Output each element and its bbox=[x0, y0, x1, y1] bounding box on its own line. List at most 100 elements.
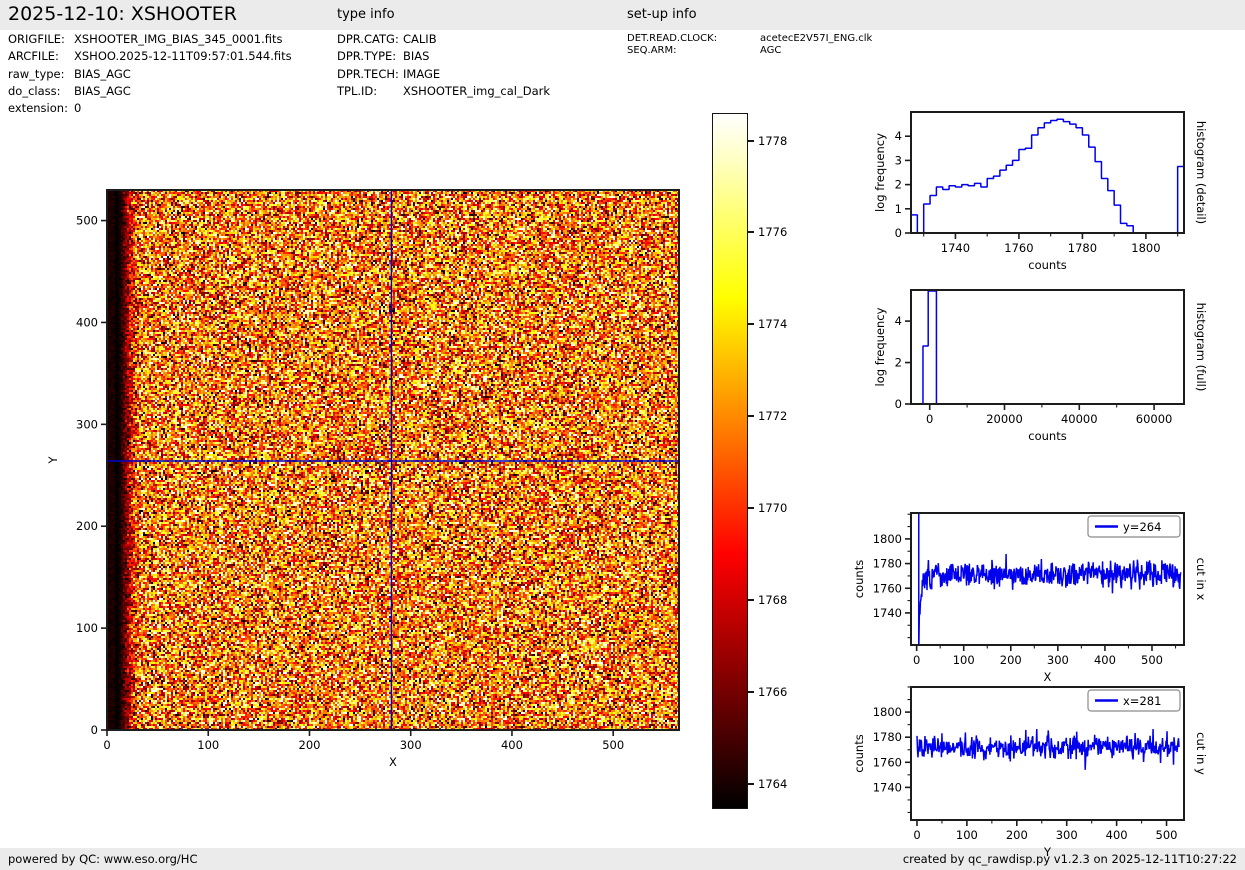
colorbar bbox=[712, 113, 748, 809]
svg-text:0: 0 bbox=[103, 738, 110, 752]
svg-text:cut in x: cut in x bbox=[1194, 558, 1208, 601]
svg-text:counts: counts bbox=[852, 734, 866, 772]
meta-label: TPL.ID: bbox=[337, 83, 378, 98]
svg-text:1760: 1760 bbox=[873, 755, 902, 769]
colorbar-tick-label: 1778 bbox=[758, 133, 788, 148]
svg-text:counts: counts bbox=[1028, 258, 1066, 272]
type-info-block: DPR.CATG: CALIB DPR.TYPE: BIAS DPR.TECH:… bbox=[337, 31, 550, 100]
svg-text:1780: 1780 bbox=[1068, 241, 1097, 255]
meta-label: raw_type: bbox=[8, 66, 65, 81]
meta-label: ARCFILE: bbox=[8, 49, 59, 64]
colorbar-tick bbox=[748, 415, 754, 418]
svg-text:100: 100 bbox=[956, 828, 978, 842]
colorbar-tick-label: 1766 bbox=[758, 685, 788, 700]
svg-text:counts: counts bbox=[852, 560, 866, 598]
footer-powered-by: powered by QC: www.eso.org/HC bbox=[8, 851, 198, 866]
svg-text:100: 100 bbox=[76, 621, 98, 635]
meta-value: XSHOOTER_img_cal_Dark bbox=[403, 83, 551, 98]
svg-text:20000: 20000 bbox=[986, 412, 1023, 426]
colorbar-tick-label: 1776 bbox=[758, 225, 788, 240]
qc-report-page: 2025-12-10: XSHOOTER type info set-up in… bbox=[0, 0, 1245, 870]
colorbar-tick bbox=[748, 231, 754, 234]
svg-text:500: 500 bbox=[602, 738, 624, 752]
meta-row-raw-type: raw_type: BIAS_AGC bbox=[8, 66, 292, 83]
setup-info-block: DET.READ.CLOCK: acetecE2V57I_ENG.clk SEQ… bbox=[627, 33, 872, 56]
colorbar-tick bbox=[748, 599, 754, 602]
svg-text:log frequency: log frequency bbox=[873, 133, 887, 212]
svg-text:cut in y: cut in y bbox=[1194, 732, 1208, 775]
meta-value: acetecE2V57I_ENG.clk bbox=[760, 33, 873, 44]
meta-label: DPR.TECH: bbox=[337, 66, 399, 81]
meta-value: XSHOO.2025-12-11T09:57:01.544.fits bbox=[74, 49, 292, 64]
meta-value: XSHOOTER_IMG_BIAS_345_0001.fits bbox=[74, 32, 283, 46]
legend: y=264 bbox=[1087, 515, 1181, 538]
colorbar-tick bbox=[748, 507, 754, 510]
histogram-full-plot: 0 20000 40000 60000 0 2 4 counts log frequency hi… bbox=[873, 289, 1208, 443]
meta-value: CALIB bbox=[403, 32, 437, 46]
meta-value: BIAS_AGC bbox=[74, 66, 131, 81]
colorbar-tick-label: 1774 bbox=[758, 317, 788, 332]
svg-text:0: 0 bbox=[895, 226, 902, 240]
svg-text:500: 500 bbox=[1141, 653, 1163, 667]
colorbar-tick bbox=[748, 691, 754, 694]
svg-text:x=281: x=281 bbox=[1123, 694, 1161, 708]
meta-value: IMAGE bbox=[403, 66, 441, 81]
svg-text:100: 100 bbox=[953, 653, 975, 667]
meta-row-arcfile: ARCFILE: XSHOO.2025-12-11T09:57:01.544.f… bbox=[8, 48, 292, 65]
svg-text:y=264: y=264 bbox=[1123, 520, 1161, 534]
svg-text:1: 1 bbox=[895, 202, 902, 216]
svg-text:1780: 1780 bbox=[873, 557, 902, 571]
svg-text:200: 200 bbox=[1000, 653, 1022, 667]
svg-text:200: 200 bbox=[299, 738, 321, 752]
svg-text:500: 500 bbox=[1156, 828, 1178, 842]
meta-value: BIAS_AGC bbox=[74, 83, 131, 98]
svg-text:1780: 1780 bbox=[873, 730, 902, 744]
svg-text:1760: 1760 bbox=[1004, 241, 1033, 255]
colorbar-tick bbox=[748, 323, 754, 326]
meta-label: DPR.CATG: bbox=[337, 32, 399, 46]
svg-text:1740: 1740 bbox=[873, 780, 902, 794]
meta-row-det-read-clock: DET.READ.CLOCK: acetecE2V57I_ENG.clk bbox=[627, 33, 872, 45]
svg-text:300: 300 bbox=[1056, 828, 1078, 842]
svg-text:400: 400 bbox=[76, 315, 98, 329]
meta-row-origfile: ORIGFILE: XSHOOTER_IMG_BIAS_345_0001.fit… bbox=[8, 31, 292, 48]
svg-text:2: 2 bbox=[895, 178, 902, 192]
svg-text:0: 0 bbox=[895, 397, 902, 411]
svg-text:200: 200 bbox=[1006, 828, 1028, 842]
colorbar-tick-label: 1772 bbox=[758, 409, 788, 424]
svg-text:60000: 60000 bbox=[1136, 412, 1173, 426]
meta-label: do_class: bbox=[8, 83, 61, 98]
type-info-heading: type info bbox=[337, 7, 395, 22]
svg-text:1800: 1800 bbox=[873, 705, 902, 719]
svg-text:0: 0 bbox=[913, 653, 920, 667]
svg-text:log frequency: log frequency bbox=[873, 307, 887, 386]
cut-in-x-plot: 0 100 200 300 400 5001740176017801800Xcounts c… bbox=[852, 512, 1208, 684]
file-info-block: ORIGFILE: XSHOOTER_IMG_BIAS_345_0001.fit… bbox=[8, 31, 292, 117]
meta-row-tpl-id: TPL.ID: XSHOOTER_img_cal_Dark bbox=[337, 83, 550, 100]
meta-row-dpr-catg: DPR.CATG: CALIB bbox=[337, 31, 550, 48]
svg-text:Y: Y bbox=[46, 456, 60, 465]
meta-value: AGC bbox=[760, 44, 782, 56]
svg-text:300: 300 bbox=[400, 738, 422, 752]
colorbar-tick-label: 1764 bbox=[758, 777, 788, 792]
svg-text:1760: 1760 bbox=[873, 581, 902, 595]
meta-row-seq-arm: SEQ.ARM: AGC bbox=[627, 45, 872, 57]
meta-label: SEQ.ARM: bbox=[627, 44, 677, 56]
svg-text:400: 400 bbox=[501, 738, 523, 752]
svg-text:500: 500 bbox=[76, 214, 98, 228]
svg-text:0: 0 bbox=[91, 723, 98, 737]
svg-text:0: 0 bbox=[913, 828, 920, 842]
cut-in-y-plot: 0 100 200 300 400 500 1740 1760 1780 1800 Ycounts c… bbox=[852, 686, 1208, 859]
svg-text:400: 400 bbox=[1094, 653, 1116, 667]
svg-text:histogram (full): histogram (full) bbox=[1194, 303, 1208, 392]
header-bar: 2025-12-10: XSHOOTER type info set-up in… bbox=[0, 0, 1245, 30]
colorbar-tick-label: 1770 bbox=[758, 501, 788, 516]
meta-label: ORIGFILE: bbox=[8, 32, 65, 46]
svg-text:X: X bbox=[389, 755, 397, 769]
svg-text:1740: 1740 bbox=[941, 241, 970, 255]
setup-info-heading: set-up info bbox=[627, 7, 697, 22]
svg-text:2: 2 bbox=[895, 356, 902, 370]
svg-text:300: 300 bbox=[76, 417, 98, 431]
svg-text:40000: 40000 bbox=[1061, 412, 1098, 426]
svg-text:200: 200 bbox=[76, 519, 98, 533]
